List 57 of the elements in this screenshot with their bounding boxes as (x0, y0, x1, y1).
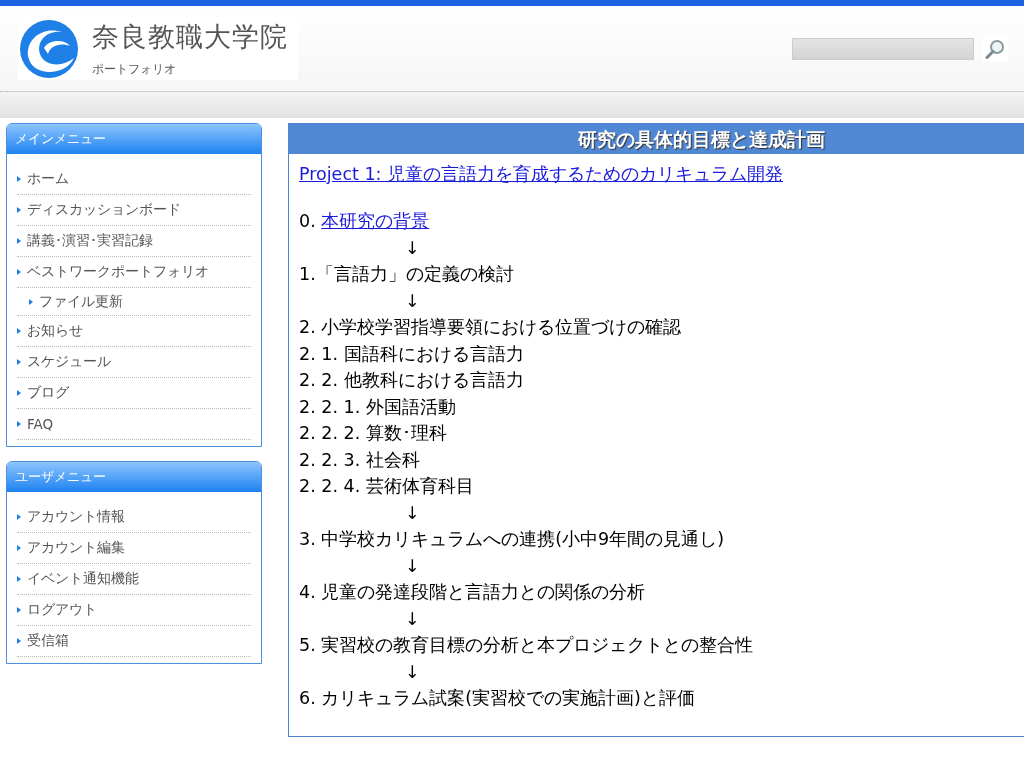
site-subtitle: ポートフォリオ (92, 61, 177, 78)
bullet-icon (17, 328, 21, 334)
menu-link[interactable]: FAQ (27, 416, 54, 432)
bullet-icon (29, 298, 33, 305)
menu-link[interactable]: ホーム (27, 170, 69, 188)
menu-link[interactable]: ブログ (27, 384, 69, 402)
down-arrow: ↓ (405, 237, 420, 258)
step-text: 5. 実習校の教育目標の分析と本プロジェクトとの整合性 (299, 635, 754, 655)
menu-link[interactable]: ディスカッションボード (27, 201, 181, 219)
search-icon (984, 37, 1006, 60)
menu-link[interactable]: お知らせ (27, 322, 83, 340)
menu-link[interactable]: スケジュール (27, 353, 111, 371)
bullet-icon (17, 576, 21, 582)
menu-link[interactable]: イベント通知機能 (27, 570, 139, 588)
bullet-icon (17, 238, 21, 244)
search-button[interactable] (982, 35, 1008, 62)
menu-title: ユーザメニュー (7, 462, 261, 492)
step-text: 2. 2. 1. 外国語活動 (299, 396, 456, 417)
down-arrow: ↓ (405, 661, 420, 682)
step-text: 2. 小学校学習指導要領における位置づけの確認 (299, 317, 682, 337)
bullet-icon (17, 390, 21, 396)
step-text: 6. カリキュラム試案(実習校での実施計画)と評価 (299, 688, 695, 708)
step-text: 2. 2. 他教科における言語力 (299, 370, 524, 390)
bullet-icon (17, 607, 21, 613)
bullet-icon (17, 359, 21, 365)
content-title: 研究の具体的目標と達成計画 (289, 124, 1024, 154)
step-text: 2. 2. 4. 芸術体育科目 (299, 476, 474, 496)
menu-link[interactable]: アカウント編集 (27, 539, 125, 557)
down-arrow: ↓ (405, 608, 420, 629)
project-link[interactable]: Project 1: 児童の言語力を育成するためのカリキュラム開発 (299, 164, 784, 184)
site-title: 奈良教職大学院 (92, 20, 288, 54)
step-text: 3. 中学校カリキュラムへの連携(小中9年間の見通し) (299, 529, 725, 549)
bullet-icon (17, 638, 21, 644)
step-link[interactable]: 本研究の背景 (321, 211, 430, 231)
menu-link[interactable]: ベストワークポートフォリオ (27, 263, 209, 281)
down-arrow: ↓ (405, 502, 420, 523)
bullet-icon (17, 545, 21, 551)
bullet-icon (17, 421, 21, 427)
bullet-icon (17, 514, 21, 520)
step-text: 4. 児童の発達段階と言語力との関係の分析 (299, 582, 646, 602)
menu-link[interactable]: アカウント情報 (27, 508, 125, 526)
search-field[interactable] (792, 37, 974, 60)
menu-link[interactable]: 講義･演習･実習記録 (27, 232, 153, 250)
step-text: 2. 1. 国語科における言語力 (299, 343, 524, 364)
bullet-icon (17, 207, 21, 213)
menu-title: メインメニュー (7, 124, 261, 154)
menu-link[interactable]: 受信箱 (27, 632, 69, 650)
menu-link[interactable]: ログアウト (27, 601, 97, 619)
down-arrow: ↓ (405, 290, 420, 311)
menu-link[interactable]: ファイル更新 (39, 292, 123, 311)
step-text: 2. 2. 3. 社会科 (299, 449, 420, 470)
step-text: 2. 2. 2. 算数･理科 (299, 423, 447, 443)
step-text: 1.「言語力」の定義の検討 (299, 264, 514, 284)
bullet-icon (17, 269, 21, 275)
step-number: 0. (299, 211, 317, 231)
bullet-icon (17, 176, 21, 182)
down-arrow: ↓ (405, 555, 420, 576)
